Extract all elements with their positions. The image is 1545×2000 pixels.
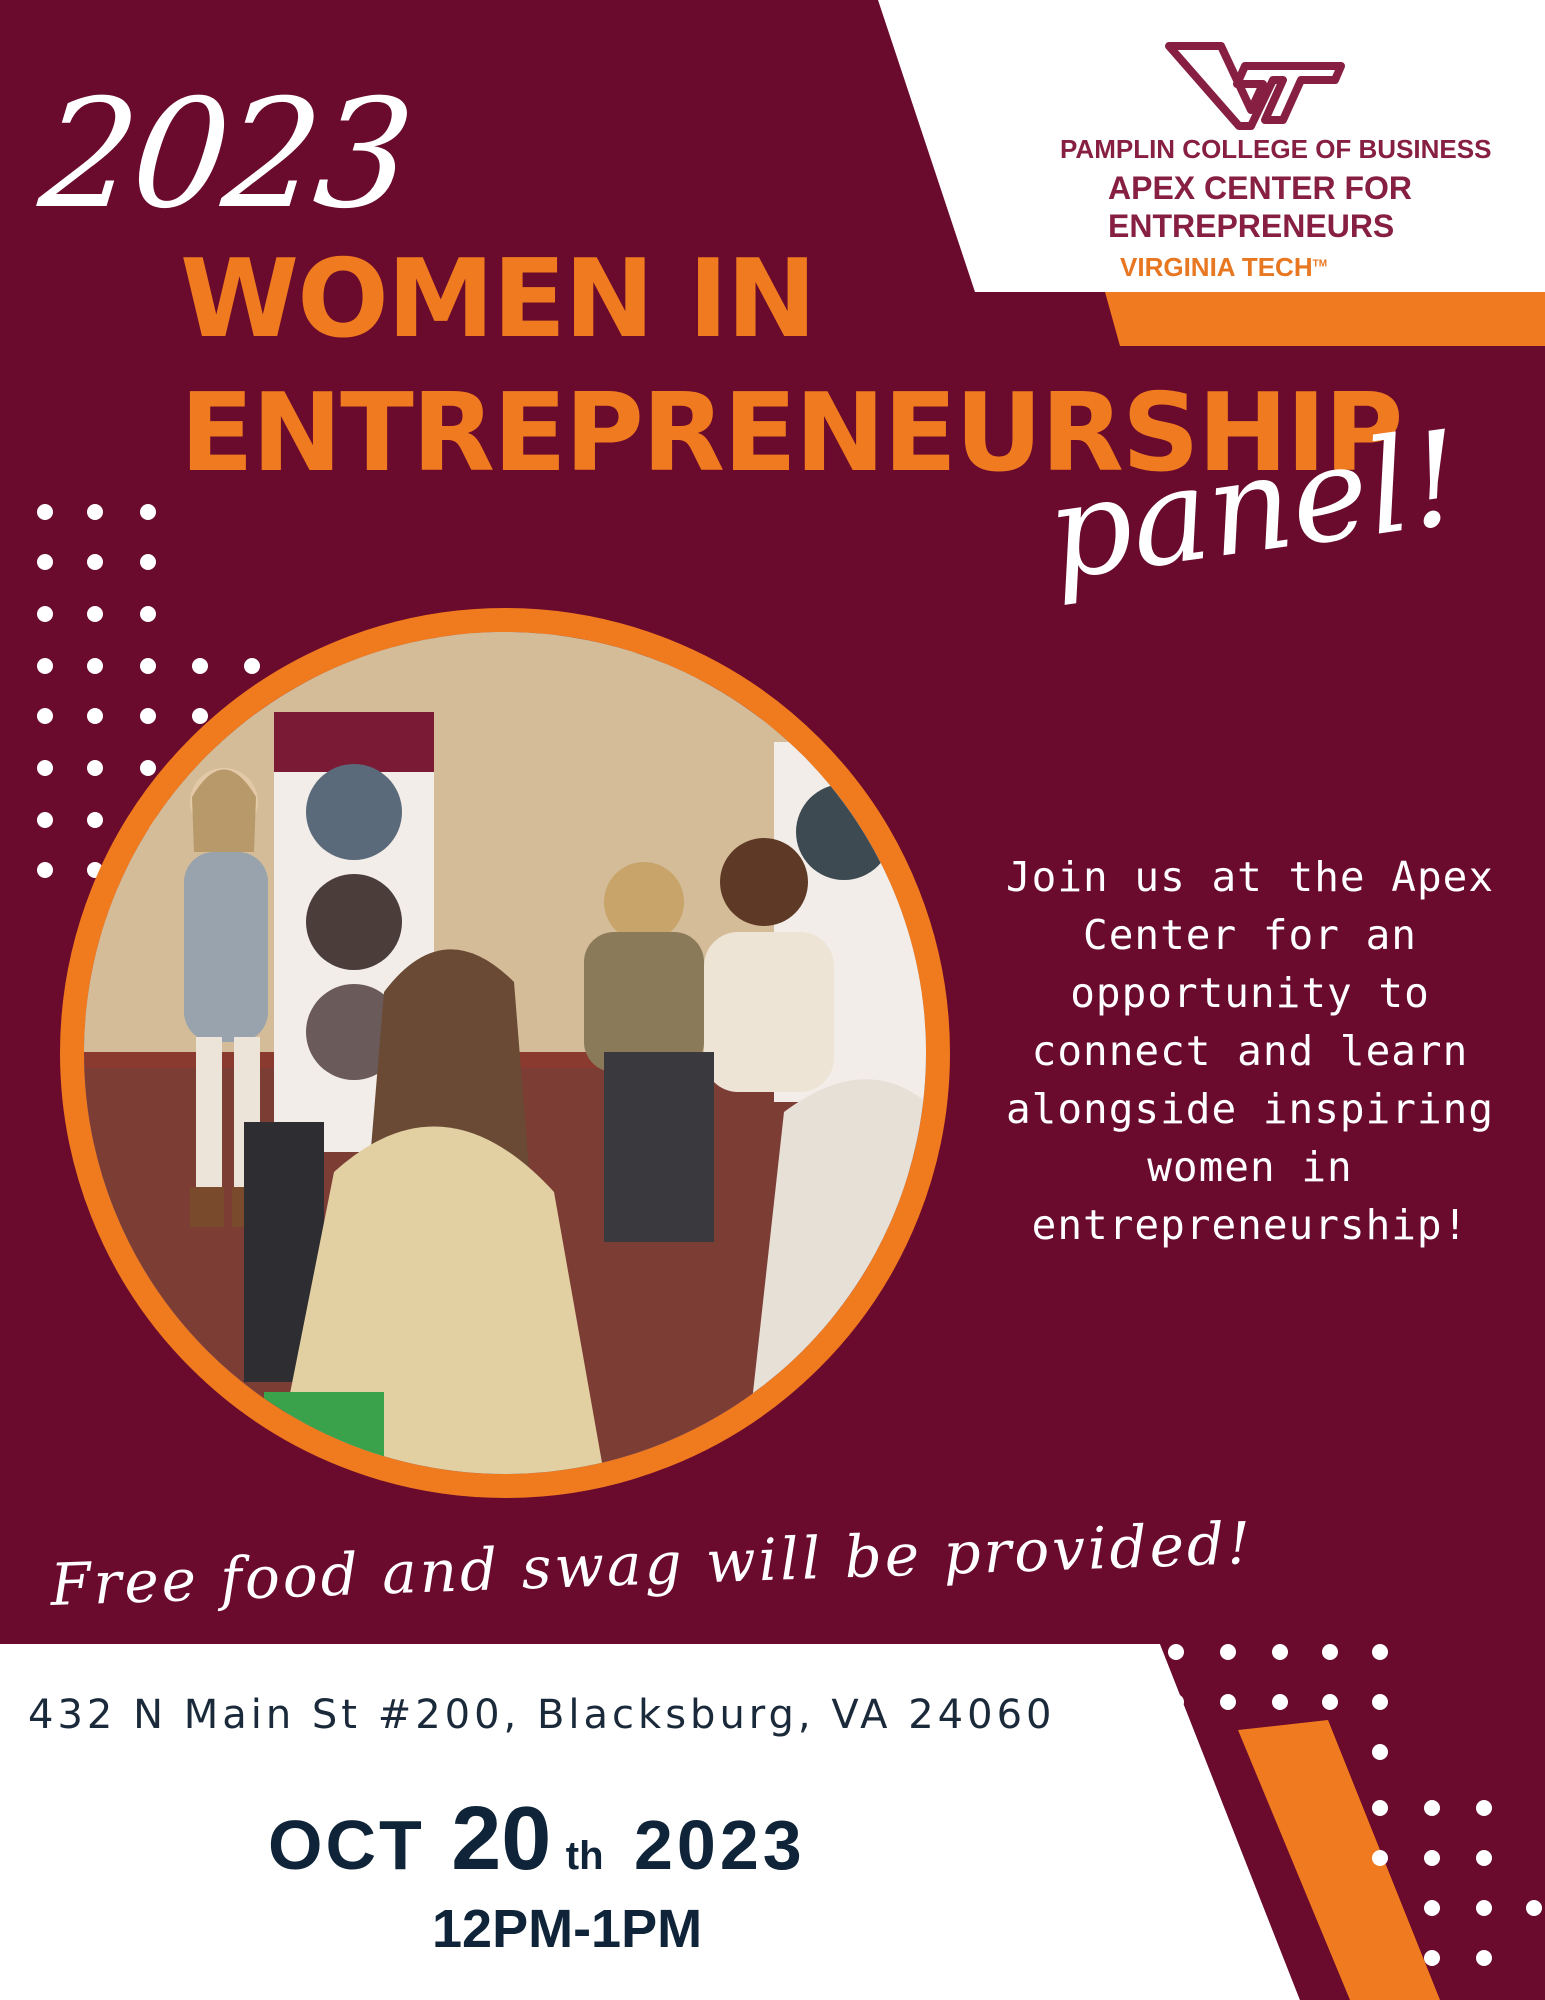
event-year-script: 2023	[32, 68, 417, 242]
vt-logo-icon	[1165, 42, 1345, 130]
invitation-line: Center for an	[1083, 911, 1417, 959]
invitation-line: connect and learn	[1031, 1027, 1469, 1075]
invitation-line: opportunity to	[1070, 969, 1430, 1017]
event-day-suffix: th	[565, 1834, 604, 1878]
event-time: 12PM-1PM	[432, 1899, 703, 1959]
flyer: 2023 WOMEN IN ENTREPRENEURSHIP panel! PA…	[0, 0, 1545, 2000]
event-month: OCT	[268, 1806, 425, 1884]
event-address: 432 N Main St #200, Blacksburg, VA 24060	[28, 1692, 1056, 1738]
logo-university: VIRGINIA TECHTM	[1120, 252, 1328, 282]
event-date: OCT 20 th 2023	[268, 1788, 806, 1891]
logo-center-line2: ENTREPRENEURS	[1108, 208, 1395, 244]
invitation-line: alongside inspiring	[1006, 1085, 1494, 1133]
event-photo	[60, 608, 950, 1498]
invitation-line: Join us at the Apex	[1006, 853, 1494, 901]
invitation-line: entrepreneurship!	[1031, 1201, 1469, 1249]
invitation-text: Join us at the Apex Center for an opport…	[990, 848, 1510, 1254]
event-day: 20	[451, 1789, 552, 1889]
title-line-1: WOMEN IN	[180, 237, 817, 362]
apex-center-logo: PAMPLIN COLLEGE OF BUSINESS APEX CENTER …	[1040, 22, 1520, 282]
orange-stripe-top	[1105, 292, 1545, 346]
invitation-line: women in	[1147, 1143, 1353, 1191]
logo-center-line1: APEX CENTER FOR	[1108, 170, 1413, 206]
event-year: 2023	[634, 1806, 806, 1884]
logo-college: PAMPLIN COLLEGE OF BUSINESS	[1060, 134, 1492, 164]
